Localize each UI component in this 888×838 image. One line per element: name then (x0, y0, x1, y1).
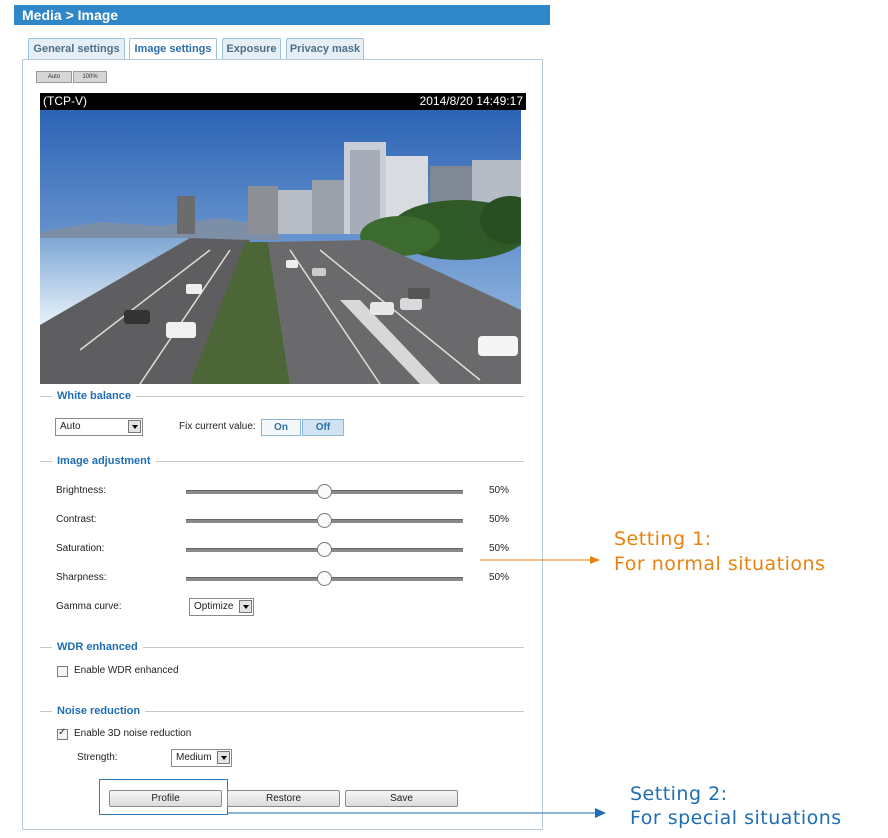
setting1-arrowhead (590, 556, 600, 564)
setting1-title: Setting 1: (614, 528, 712, 550)
setting2-description: For special situations (630, 807, 842, 829)
annotation-arrows (228, 556, 606, 818)
setting1-description: For normal situations (614, 553, 826, 575)
setting2-title: Setting 2: (630, 783, 728, 805)
setting2-arrowhead (595, 808, 606, 818)
